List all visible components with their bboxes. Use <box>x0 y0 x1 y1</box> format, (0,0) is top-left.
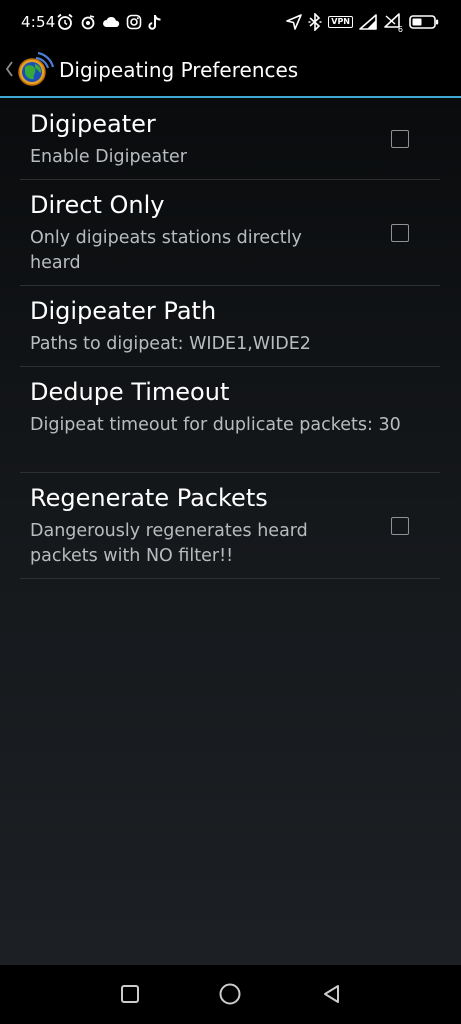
app-logo-icon[interactable] <box>14 50 55 94</box>
cast-icon <box>80 14 96 30</box>
status-left-icons <box>56 12 162 32</box>
signal-no-service-icon: 6 <box>383 13 403 34</box>
pref-summary: Digipeat timeout for duplicate packets: … <box>30 415 401 435</box>
location-icon <box>286 14 303 30</box>
pref-summary: Only digipeats stations directly heard <box>30 228 302 273</box>
bluetooth-icon <box>308 13 322 31</box>
status-right-icons: VPN 6 <box>286 11 439 34</box>
pref-summary: Dangerously regenerates heard packets wi… <box>30 521 308 566</box>
cloud-icon <box>102 15 120 29</box>
sim-slot-label: 6 <box>397 25 403 34</box>
pref-summary: Paths to digipeat: WIDE1,WIDE2 <box>30 334 311 354</box>
pref-item-direct-only[interactable]: Direct Only Only digipeats stations dire… <box>20 180 440 286</box>
pref-title: Regenerate Packets <box>30 484 268 512</box>
recents-icon[interactable] <box>120 983 140 1009</box>
tiktok-icon <box>148 14 162 31</box>
pref-title: Direct Only <box>30 191 165 219</box>
regenerate-packets-checkbox[interactable] <box>391 517 409 535</box>
pref-item-dedupe-timeout[interactable]: Dedupe Timeout Digipeat timeout for dupl… <box>20 367 440 473</box>
direct-only-checkbox[interactable] <box>391 224 409 242</box>
page-title: Digipeating Preferences <box>59 58 299 82</box>
pref-title: Digipeater <box>30 110 156 138</box>
vpn-badge: VPN <box>328 16 353 28</box>
instagram-icon <box>126 14 142 30</box>
battery-icon <box>409 14 439 30</box>
pref-item-digipeater[interactable]: Digipeater Enable Digipeater <box>20 99 440 180</box>
pref-title: Digipeater Path <box>30 297 217 325</box>
status-bar: 4:54 VPN 6 <box>0 0 461 42</box>
pref-title: Dedupe Timeout <box>30 378 230 406</box>
pref-item-digipeater-path[interactable]: Digipeater Path Paths to digipeat: WIDE1… <box>20 286 440 367</box>
navigation-bar <box>0 965 461 1024</box>
alarm-icon <box>56 13 74 31</box>
signal-icon <box>359 14 377 30</box>
back-icon[interactable] <box>321 983 343 1009</box>
chevron-left-icon[interactable] <box>4 60 14 82</box>
action-bar-divider <box>0 96 461 98</box>
digipeater-checkbox[interactable] <box>391 130 409 148</box>
pref-item-regenerate-packets[interactable]: Regenerate Packets Dangerously regenerat… <box>20 473 440 579</box>
pref-summary: Enable Digipeater <box>30 147 187 167</box>
status-time: 4:54 <box>21 13 56 31</box>
home-icon[interactable] <box>218 983 242 1009</box>
preference-list: Digipeater Enable Digipeater Direct Only… <box>20 99 440 579</box>
